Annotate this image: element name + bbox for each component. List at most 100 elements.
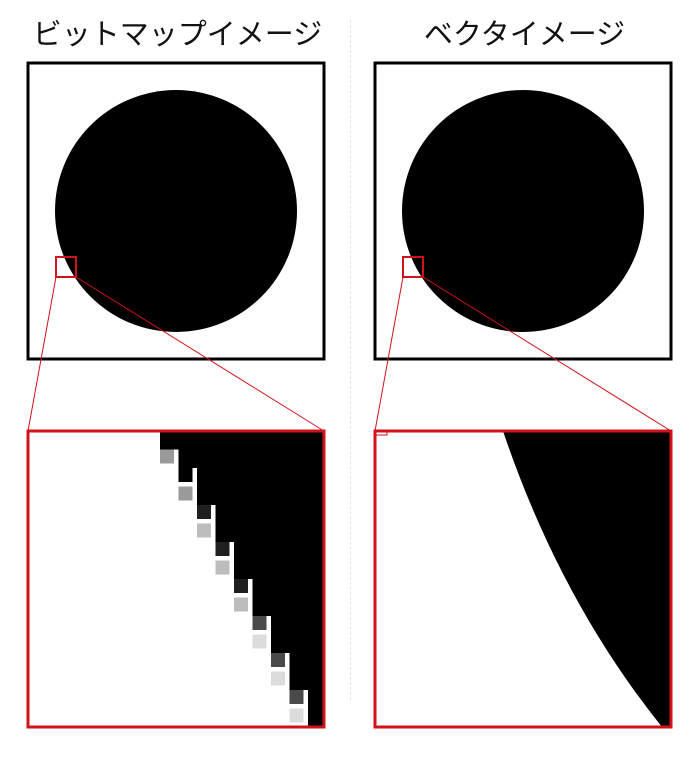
bitmap-pixel bbox=[197, 523, 211, 538]
bitmap-pixel-gutter bbox=[252, 537, 271, 542]
bitmap-pixel bbox=[215, 449, 230, 464]
bitmap-pixel-gutter bbox=[252, 519, 271, 524]
bitmap-pixel bbox=[178, 431, 193, 445]
bitmap-pixel bbox=[178, 449, 193, 464]
bitmap-pixel bbox=[308, 708, 322, 723]
bitmap-pixel-gutter bbox=[271, 556, 290, 561]
bitmap-pixel bbox=[234, 431, 248, 445]
bitmap-pixel-gutter bbox=[215, 445, 234, 450]
bitmap-pixel bbox=[178, 486, 193, 501]
bitmap-pixel bbox=[215, 468, 230, 482]
bitmap-pixel bbox=[271, 542, 285, 556]
bitmap-pixel-gutter bbox=[215, 519, 234, 524]
bitmap-pixel-gutter bbox=[252, 482, 271, 487]
bitmap-pixel-gutter bbox=[271, 537, 290, 542]
bitmap-pixel bbox=[215, 542, 230, 556]
bitmap-pixel bbox=[197, 449, 211, 464]
bitmap-pixel-gutter bbox=[215, 463, 234, 468]
bitmap-pixel bbox=[308, 653, 322, 667]
bitmap-pixel-gutter bbox=[289, 556, 308, 561]
bitmap-pixel bbox=[308, 486, 322, 501]
bitmap-pixel bbox=[308, 634, 322, 649]
bitmap-pixel-gutter bbox=[234, 574, 253, 579]
bitmap-pixel bbox=[289, 634, 304, 649]
bitmap-pixel-gutter bbox=[252, 611, 271, 616]
bitmap-pixel-gutter bbox=[215, 482, 234, 487]
bitmap-overview bbox=[26, 61, 326, 361]
bitmap-pixel bbox=[271, 579, 285, 593]
bitmap-pixel bbox=[271, 560, 285, 575]
bitmap-pixel bbox=[308, 468, 322, 482]
bitmap-pixel bbox=[234, 597, 248, 612]
bitmap-pixel-gutter bbox=[197, 463, 216, 468]
bitmap-pixel bbox=[289, 449, 304, 464]
bitmap-pixel bbox=[271, 597, 285, 612]
bitmap-pixel bbox=[234, 542, 248, 556]
bitmap-pixel-gutter bbox=[289, 611, 308, 616]
bitmap-pixel-gutter bbox=[197, 500, 216, 505]
bitmap-pixel-gutter bbox=[215, 500, 234, 505]
bitmap-pixel-gutter bbox=[215, 537, 234, 542]
bitmap-pixel bbox=[308, 542, 322, 556]
bitmap-pixel bbox=[289, 616, 304, 630]
bitmap-pixel-gutter bbox=[271, 482, 290, 487]
bitmap-pixel bbox=[252, 634, 267, 649]
bitmap-pixel bbox=[252, 431, 267, 445]
bitmap-pixel bbox=[308, 431, 322, 445]
bitmap-pixel bbox=[308, 579, 322, 593]
bitmap-pixel-gutter bbox=[252, 463, 271, 468]
bitmap-pixel bbox=[271, 616, 285, 630]
bitmap-pixel-gutter bbox=[289, 593, 308, 598]
bitmap-pixel bbox=[271, 653, 285, 667]
bitmap-pixel-gutter bbox=[252, 500, 271, 505]
bitmap-pixel bbox=[215, 560, 230, 575]
bitmap-pixel-gutter bbox=[271, 500, 290, 505]
bitmap-pixel bbox=[308, 560, 322, 575]
bitmap-pixel bbox=[271, 505, 285, 519]
bitmap-pixel bbox=[215, 505, 230, 519]
bitmap-pixel-gutter bbox=[289, 667, 308, 672]
bitmap-pixel-gutter bbox=[252, 556, 271, 561]
bitmap-pixel-gutter bbox=[178, 463, 197, 468]
bitmap-pixel-gutter bbox=[289, 482, 308, 487]
bitmap-pixel-gutter bbox=[289, 574, 308, 579]
bitmap-pixel bbox=[234, 449, 248, 464]
bitmap-pixel bbox=[271, 634, 285, 649]
bitmap-pixel-gutter bbox=[252, 574, 271, 579]
bitmap-pixel-gutter bbox=[289, 685, 308, 690]
bitmap-pixel bbox=[308, 690, 322, 704]
bitmap-pixel-gutter bbox=[234, 445, 253, 450]
bitmap-pixel bbox=[234, 505, 248, 519]
bitmap-pixel bbox=[308, 616, 322, 630]
bitmap-pixel bbox=[178, 468, 193, 482]
bitmap-pixel bbox=[234, 560, 248, 575]
bitmap-pixel bbox=[252, 505, 267, 519]
bitmap-pixel-gutter bbox=[234, 482, 253, 487]
bitmap-pixel bbox=[308, 449, 322, 464]
bitmap-pixel-gutter bbox=[234, 556, 253, 561]
bitmap-pixel-gutter bbox=[289, 463, 308, 468]
bitmap-pixel-gutter bbox=[178, 445, 197, 450]
bitmap-pixel-gutter bbox=[289, 648, 308, 653]
bitmap-pixel-gutter bbox=[252, 445, 271, 450]
bitmap-pixel-gutter bbox=[289, 500, 308, 505]
bitmap-pixel bbox=[252, 468, 267, 482]
bitmap-pixel-gutter bbox=[271, 593, 290, 598]
bitmap-pixel bbox=[234, 468, 248, 482]
bitmap-pixel bbox=[197, 431, 211, 445]
bitmap-pixel bbox=[252, 542, 267, 556]
bitmap-pixel-gutter bbox=[289, 630, 308, 635]
bitmap-pixel-gutter bbox=[160, 445, 179, 450]
bitmap-pixel bbox=[289, 486, 304, 501]
bitmap-pixel bbox=[308, 505, 322, 519]
bitmap-pixel bbox=[234, 523, 248, 538]
bitmap-pixel bbox=[289, 579, 304, 593]
bitmap-pixel bbox=[289, 708, 304, 723]
bitmap-pixel bbox=[215, 486, 230, 501]
bitmap-pixel bbox=[271, 431, 285, 445]
bitmap-pixel bbox=[234, 486, 248, 501]
bitmap-pixel bbox=[289, 431, 304, 445]
bitmap-pixel-gutter bbox=[271, 519, 290, 524]
bitmap-pixel-gutter bbox=[234, 519, 253, 524]
bitmap-pixel bbox=[234, 579, 248, 593]
